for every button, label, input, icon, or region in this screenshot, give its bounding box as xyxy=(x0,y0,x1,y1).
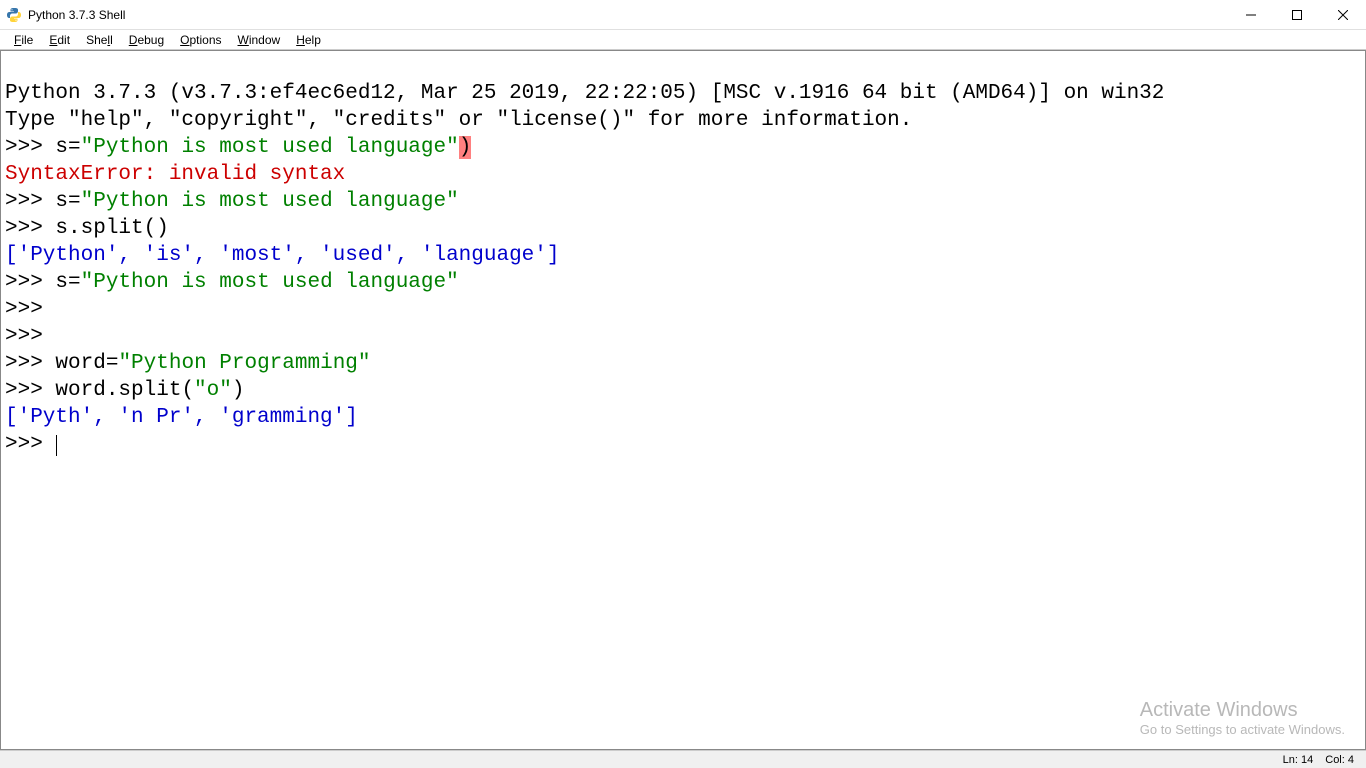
watermark-subtitle: Go to Settings to activate Windows. xyxy=(1140,722,1345,737)
status-line: Ln: 14 xyxy=(1277,754,1320,766)
maximize-button[interactable] xyxy=(1274,0,1320,29)
output: ['Python', 'is', 'most', 'used', 'langua… xyxy=(5,244,560,267)
prompt: >>> xyxy=(5,433,55,456)
minimize-button[interactable] xyxy=(1228,0,1274,29)
syntax-error-highlight: ) xyxy=(459,136,472,159)
prompt: >>> xyxy=(5,217,55,240)
menu-window[interactable]: Window xyxy=(230,31,289,49)
prompt: >>> xyxy=(5,352,55,375)
code-op: = xyxy=(68,190,81,213)
code-op: = xyxy=(68,136,81,159)
code-var: s xyxy=(55,271,68,294)
code-call: s.split() xyxy=(55,217,168,240)
code-op: = xyxy=(68,271,81,294)
code-string: "Python is most used language" xyxy=(81,271,459,294)
banner-line: Python 3.7.3 (v3.7.3:ef4ec6ed12, Mar 25 … xyxy=(5,82,1164,105)
banner-line: Type "help", "copyright", "credits" or "… xyxy=(5,109,912,132)
python-icon xyxy=(6,7,22,23)
menu-options[interactable]: Options xyxy=(172,31,229,49)
statusbar: Ln: 14 Col: 4 xyxy=(0,750,1366,768)
menu-debug[interactable]: Debug xyxy=(121,31,172,49)
output: ['Pyth', 'n Pr', 'gramming'] xyxy=(5,406,358,429)
menu-help[interactable]: Help xyxy=(288,31,329,49)
menu-edit[interactable]: Edit xyxy=(41,31,78,49)
window-title: Python 3.7.3 Shell xyxy=(28,8,1228,22)
code-var: s xyxy=(55,190,68,213)
code-string: "Python is most used language" xyxy=(81,190,459,213)
window-controls xyxy=(1228,0,1366,29)
code-call: ) xyxy=(232,379,245,402)
windows-activation-watermark: Activate Windows Go to Settings to activ… xyxy=(1140,699,1345,737)
titlebar: Python 3.7.3 Shell xyxy=(0,0,1366,30)
code-string: "Python is most used language" xyxy=(81,136,459,159)
prompt: >>> xyxy=(5,190,55,213)
text-cursor xyxy=(56,435,57,456)
watermark-title: Activate Windows xyxy=(1140,699,1345,722)
code-op: = xyxy=(106,352,119,375)
code-string: "o" xyxy=(194,379,232,402)
status-col: Col: 4 xyxy=(1319,754,1360,766)
code-call: word.split( xyxy=(55,379,194,402)
prompt: >>> xyxy=(5,325,55,348)
prompt: >>> xyxy=(5,271,55,294)
close-button[interactable] xyxy=(1320,0,1366,29)
code-string: "Python Programming" xyxy=(118,352,370,375)
code-var: s xyxy=(55,136,68,159)
shell-text[interactable]: Python 3.7.3 (v3.7.3:ef4ec6ed12, Mar 25 … xyxy=(1,51,1365,460)
menu-file[interactable]: File xyxy=(6,31,41,49)
error-output: SyntaxError: invalid syntax xyxy=(5,163,345,186)
prompt: >>> xyxy=(5,379,55,402)
prompt: >>> xyxy=(5,136,55,159)
prompt: >>> xyxy=(5,298,55,321)
menubar: File Edit Shell Debug Options Window Hel… xyxy=(0,30,1366,50)
code-var: word xyxy=(55,352,105,375)
menu-shell[interactable]: Shell xyxy=(78,31,121,49)
editor-area[interactable]: Python 3.7.3 (v3.7.3:ef4ec6ed12, Mar 25 … xyxy=(0,50,1366,750)
